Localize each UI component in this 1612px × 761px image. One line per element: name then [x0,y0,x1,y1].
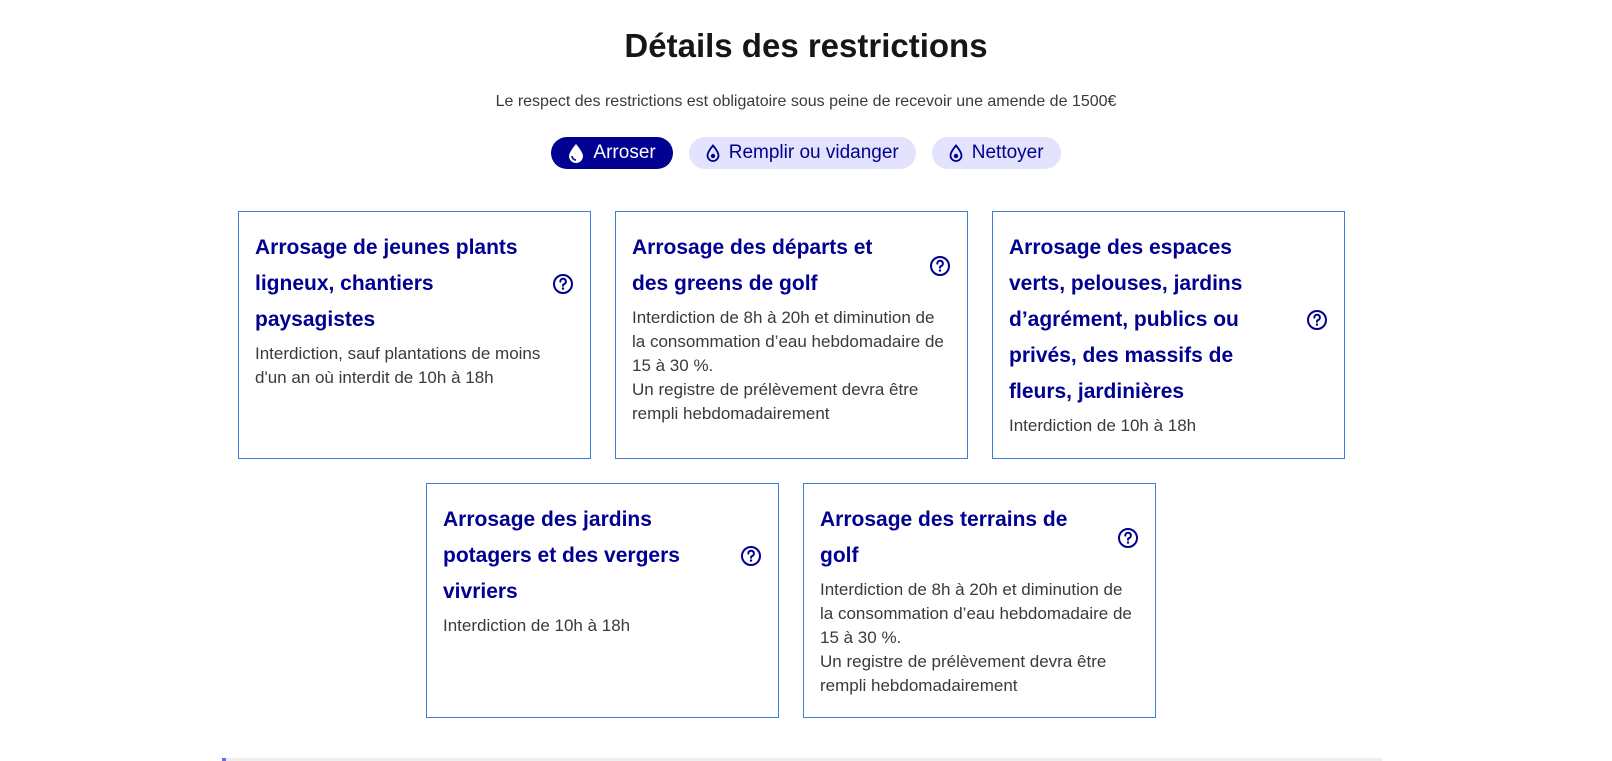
card-text: Interdiction de 8h à 20h et diminution d… [632,308,944,423]
card-text: Interdiction de 10h à 18h [1009,416,1197,435]
help-icon[interactable] [929,255,951,277]
water-drop-icon [567,143,585,163]
card-text: Interdiction, sauf plantations de moins … [255,344,541,387]
restrictions-page: Détails des restrictions Le respect des … [0,0,1612,761]
card-title: Arrosage des espaces verts, pelouses, ja… [1009,236,1243,403]
page-title: Détails des restrictions [624,27,988,64]
tab-label: Remplir ou vidanger [728,142,899,163]
tab-label: Nettoyer [971,142,1044,163]
restriction-card: Arrosage des jardins potagers et des ver… [426,483,779,718]
restriction-tabs: Arroser Remplir ou vidanger Nettoyer [0,137,1612,169]
restriction-card: Arrosage des espaces verts, pelouses, ja… [992,211,1345,459]
card-title: Arrosage de jeunes plants ligneux, chant… [255,236,518,331]
tab-remplir-ou-vidanger[interactable]: Remplir ou vidanger [688,137,916,169]
restriction-card: Arrosage des départs et des greens de go… [615,211,968,459]
card-text: Interdiction de 10h à 18h [443,616,631,635]
help-icon[interactable] [740,545,762,567]
page-subtitle: Le respect des restrictions est obligato… [495,93,1117,110]
tab-label: Arroser [593,142,656,163]
card-text: Interdiction de 8h à 20h et diminution d… [820,580,1132,695]
tab-nettoyer[interactable]: Nettoyer [931,137,1061,169]
restriction-card: Arrosage de jeunes plants ligneux, chant… [238,211,591,459]
help-icon[interactable] [1306,309,1328,331]
help-icon[interactable] [1117,527,1139,549]
card-title: Arrosage des départs et des greens de go… [632,236,873,295]
help-icon[interactable] [552,273,574,295]
flame-drop-icon [948,144,964,162]
card-title: Arrosage des terrains de golf [820,508,1068,567]
restriction-card: Arrosage des terrains de golf Interdicti… [803,483,1156,718]
card-title: Arrosage des jardins potagers et des ver… [443,508,680,603]
flame-drop-icon [705,144,721,162]
tab-arroser[interactable]: Arroser [551,137,673,169]
